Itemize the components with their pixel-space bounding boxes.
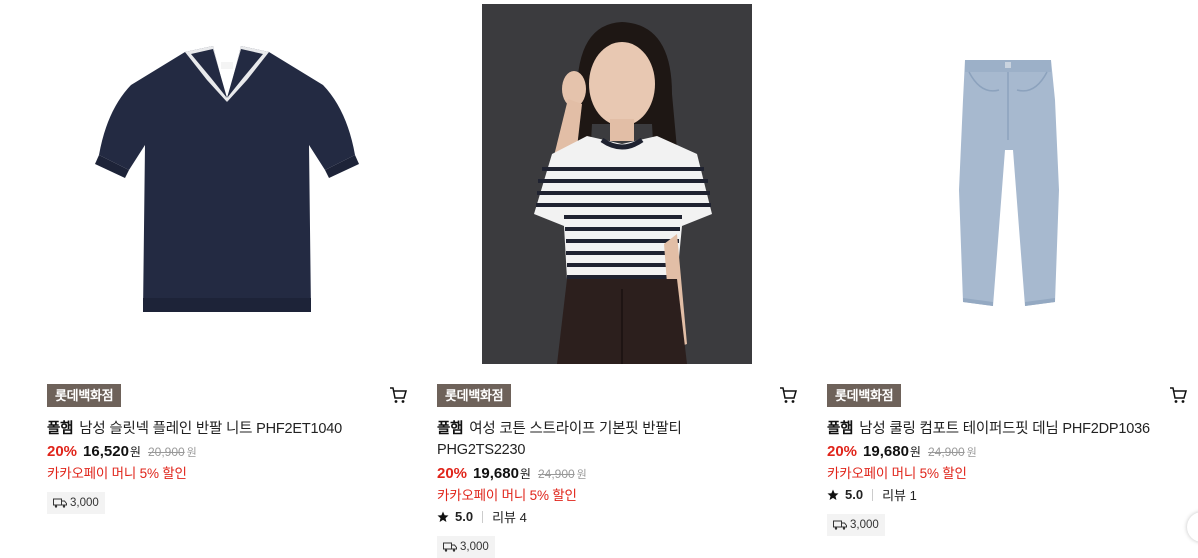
discount-rate: 20%	[437, 465, 468, 482]
promo-text: 카카오페이 머니 5% 할인	[827, 466, 967, 481]
store-badge: 롯데백화점	[47, 384, 122, 407]
product-card[interactable]: 롯데백화점 폴햄 남성 쿨링 컴포트 테이퍼드핏 데님 PHF2DP1036 20…	[827, 0, 1187, 544]
original-price: 24,900	[927, 445, 965, 459]
review-count: 리뷰 1	[882, 488, 917, 503]
delivery-badge: 3,000	[827, 514, 885, 536]
original-price: 24,900	[537, 467, 575, 481]
truck-icon	[53, 498, 67, 508]
rating-row: 5.0 리뷰 1	[827, 485, 917, 504]
sale-price: 16,520	[83, 443, 129, 460]
original-currency-label: 원	[966, 447, 977, 459]
star-icon	[437, 511, 449, 522]
rating-row: 5.0 리뷰 4	[437, 507, 527, 526]
brand-name: 폴햄	[47, 421, 74, 437]
brand-name: 폴햄	[827, 421, 854, 437]
store-badge: 롯데백화점	[437, 384, 512, 407]
discount-rate: 20%	[47, 443, 78, 460]
divider	[482, 510, 484, 523]
product-image[interactable]	[482, 4, 752, 364]
price-row: 20% 16,520원 20,900 원	[47, 442, 197, 462]
store-badge: 롯데백화점	[827, 384, 902, 407]
product-card[interactable]: 롯데백화점 폴햄 여성 코튼 스트라이프 기본핏 반팔티 PHG2TS2230 2…	[437, 0, 797, 558]
product-title[interactable]: 폴햄 여성 코튼 스트라이프 기본핏 반팔티 PHG2TS2230	[437, 419, 737, 461]
price-row: 20% 19,680원 24,900 원	[437, 464, 587, 484]
discount-rate: 20%	[827, 443, 858, 460]
product-card[interactable]: 롯데백화점 폴햄 남성 슬릿넥 플레인 반팔 니트 PHF2ET1040 20% 1…	[47, 0, 407, 544]
cart-icon[interactable]	[1169, 386, 1187, 404]
next-scroll-button[interactable]	[1187, 512, 1198, 542]
price-row: 20% 19,680원 24,900 원	[827, 442, 977, 462]
cart-icon[interactable]	[389, 386, 407, 404]
original-currency-label: 원	[576, 469, 587, 481]
product-image[interactable]	[87, 40, 367, 330]
star-icon	[827, 489, 839, 500]
delivery-badge: 3,000	[437, 536, 495, 558]
delivery-badge: 3,000	[47, 492, 105, 514]
promo-text: 카카오페이 머니 5% 할인	[437, 488, 577, 503]
cart-icon[interactable]	[779, 386, 797, 404]
currency-label: 원	[129, 445, 141, 459]
delivery-fee: 3,000	[70, 497, 99, 509]
truck-icon	[833, 520, 847, 530]
sale-price: 19,680	[473, 465, 519, 482]
original-price: 20,900	[147, 445, 185, 459]
delivery-fee: 3,000	[460, 541, 489, 553]
original-currency-label: 원	[186, 447, 197, 459]
promo-text: 카카오페이 머니 5% 할인	[47, 466, 187, 481]
product-name: 여성 코튼 스트라이프 기본핏 반팔티 PHG2TS2230	[437, 421, 682, 458]
sale-price: 19,680	[863, 443, 909, 460]
currency-label: 원	[909, 445, 921, 459]
delivery-fee: 3,000	[850, 519, 879, 531]
product-title[interactable]: 폴햄 남성 쿨링 컴포트 테이퍼드핏 데님 PHF2DP1036	[827, 419, 1177, 440]
rating-value: 5.0	[845, 487, 864, 502]
review-count: 리뷰 4	[492, 510, 527, 525]
rating-value: 5.0	[455, 509, 474, 524]
product-title[interactable]: 폴햄 남성 슬릿넥 플레인 반팔 니트 PHF2ET1040	[47, 419, 397, 440]
product-name: 남성 쿨링 컴포트 테이퍼드핏 데님 PHF2DP1036	[859, 421, 1150, 437]
product-name: 남성 슬릿넥 플레인 반팔 니트 PHF2ET1040	[79, 421, 342, 437]
brand-name: 폴햄	[437, 421, 464, 437]
product-image[interactable]	[907, 40, 1107, 330]
currency-label: 원	[519, 467, 531, 481]
divider	[872, 488, 874, 501]
